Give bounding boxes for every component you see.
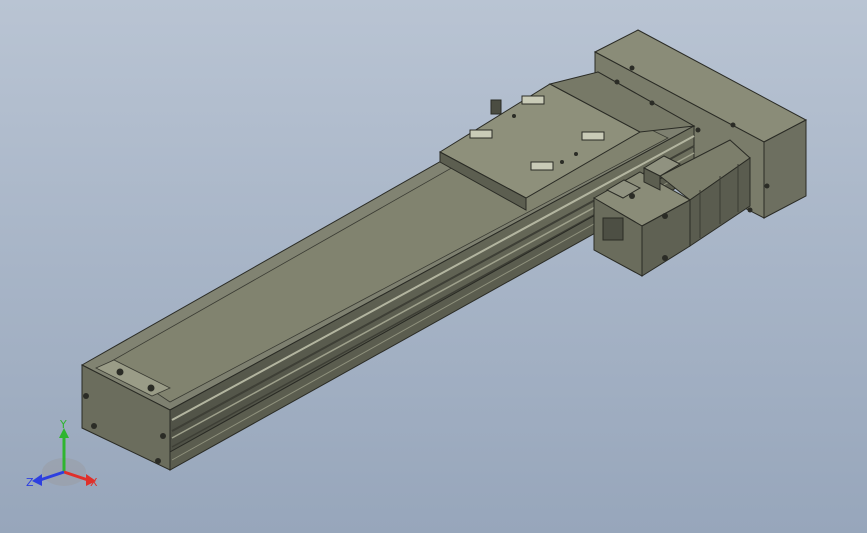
end-cap-screw — [147, 384, 155, 392]
carriage-block — [490, 99, 502, 115]
housing-screw — [764, 183, 770, 189]
carriage-label — [530, 161, 554, 171]
end-screw — [155, 458, 161, 464]
z-axis-label: Z — [26, 476, 34, 489]
housing-screw — [730, 122, 736, 128]
end-screw — [160, 433, 166, 439]
x-axis-label: X — [90, 476, 98, 489]
carriage-label — [581, 131, 605, 141]
carriage-label — [521, 95, 545, 105]
orientation-triad[interactable]: Y X Z — [24, 418, 104, 498]
housing-screw — [629, 65, 635, 71]
linear-actuator-model[interactable] — [0, 0, 867, 533]
carriage-label — [469, 129, 493, 139]
cad-viewport[interactable]: Y X Z — [0, 0, 867, 533]
y-axis-label: Y — [59, 418, 67, 431]
end-cap-screw — [116, 368, 124, 376]
end-screw — [83, 393, 89, 399]
connector-port — [602, 217, 624, 241]
